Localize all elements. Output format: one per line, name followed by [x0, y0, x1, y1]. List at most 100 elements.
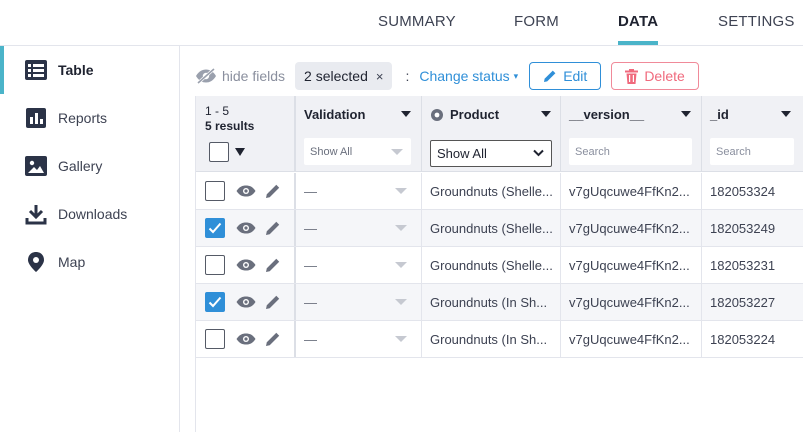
- table-row: — Groundnuts (Shelle... v7gUqcuwe4FfKn2.…: [196, 210, 803, 247]
- validation-cell[interactable]: —: [296, 247, 422, 283]
- column-menu-caret-icon[interactable]: [541, 111, 551, 117]
- map-pin-icon: [24, 250, 48, 274]
- chevron-down-icon: [395, 225, 407, 231]
- column-menu-caret-icon[interactable]: [781, 111, 791, 117]
- clear-selection-icon[interactable]: ×: [376, 69, 384, 84]
- edit-button[interactable]: Edit: [529, 62, 602, 90]
- product-filter-select[interactable]: Show All: [430, 140, 552, 167]
- version-value: v7gUqcuwe4FfKn2...: [569, 294, 690, 310]
- eye-icon[interactable]: [236, 296, 256, 308]
- version-value: v7gUqcuwe4FfKn2...: [569, 331, 690, 347]
- tab-settings[interactable]: SETTINGS: [718, 13, 795, 30]
- active-tab-indicator: [618, 41, 658, 45]
- validation-value: —: [304, 183, 317, 199]
- table-body: — Groundnuts (Shelle... v7gUqcuwe4FfKn2.…: [196, 173, 803, 358]
- filter-value: Show All: [437, 146, 487, 161]
- sidebar-item-label: Reports: [58, 110, 108, 126]
- validation-filter-select[interactable]: Show All: [304, 138, 411, 165]
- eye-off-icon: [195, 68, 217, 84]
- results-range: 1 - 5: [205, 104, 230, 118]
- row-actions-cell: [196, 173, 296, 209]
- product-value: Groundnuts (Shelle...: [430, 257, 553, 273]
- bulk-select-caret-icon[interactable]: [235, 148, 245, 156]
- sidebar-item-label: Downloads: [58, 206, 128, 222]
- id-value: 182053249: [710, 220, 776, 236]
- select-all-checkbox[interactable]: [209, 142, 229, 162]
- chevron-down-icon: ▾: [513, 70, 519, 81]
- checkmark-icon: [208, 222, 222, 234]
- version-value: v7gUqcuwe4FfKn2...: [569, 220, 690, 236]
- column-product: Product Show All: [422, 96, 561, 172]
- sidebar-item-downloads[interactable]: Downloads: [0, 190, 179, 238]
- tab-data[interactable]: DATA: [618, 13, 658, 30]
- version-cell: v7gUqcuwe4FfKn2...: [561, 173, 702, 209]
- validation-cell[interactable]: —: [296, 173, 422, 209]
- eye-icon[interactable]: [236, 222, 256, 234]
- change-status-label: Change status: [419, 68, 510, 84]
- filter-value: Show All: [310, 145, 353, 158]
- hide-fields-button[interactable]: hide fields: [195, 68, 285, 84]
- product-cell: Groundnuts (In Sh...: [422, 321, 561, 357]
- pencil-icon[interactable]: [265, 220, 281, 236]
- sidebar-item-table[interactable]: Table: [0, 46, 179, 94]
- table-row: — Groundnuts (In Sh... v7gUqcuwe4FfKn2..…: [196, 284, 803, 321]
- version-cell: v7gUqcuwe4FfKn2...: [561, 321, 702, 357]
- version-cell: v7gUqcuwe4FfKn2...: [561, 284, 702, 320]
- bar-chart-icon: [24, 106, 48, 130]
- eye-icon[interactable]: [236, 185, 256, 197]
- delete-button[interactable]: Delete: [611, 62, 699, 90]
- validation-cell[interactable]: —: [296, 210, 422, 246]
- image-icon: [24, 154, 48, 178]
- row-checkbox[interactable]: [205, 329, 225, 349]
- sidebar-item-gallery[interactable]: Gallery: [0, 142, 179, 190]
- row-checkbox[interactable]: [205, 181, 225, 201]
- row-checkbox[interactable]: [205, 218, 225, 238]
- filter-placeholder: Search: [716, 145, 751, 158]
- sidebar-item-reports[interactable]: Reports: [0, 94, 179, 142]
- product-value: Groundnuts (In Sh...: [430, 294, 548, 310]
- sidebar-item-map[interactable]: Map: [0, 238, 179, 286]
- filter-placeholder: Search: [575, 145, 610, 158]
- id-value: 182053231: [710, 257, 776, 273]
- column-validation: Validation Show All: [296, 96, 422, 172]
- validation-cell[interactable]: —: [296, 284, 422, 320]
- chevron-down-icon: [395, 336, 407, 342]
- pencil-icon[interactable]: [265, 331, 281, 347]
- product-cell: Groundnuts (Shelle...: [422, 210, 561, 246]
- version-cell: v7gUqcuwe4FfKn2...: [561, 210, 702, 246]
- pencil-icon[interactable]: [265, 257, 281, 273]
- change-status-dropdown[interactable]: Change status ▾: [419, 68, 518, 84]
- eye-icon[interactable]: [236, 259, 256, 271]
- id-search-input[interactable]: Search: [710, 138, 794, 165]
- chevron-down-icon: [395, 188, 407, 194]
- eye-icon[interactable]: [236, 333, 256, 345]
- pencil-icon[interactable]: [265, 294, 281, 310]
- row-checkbox[interactable]: [205, 292, 225, 312]
- product-cell: Groundnuts (In Sh...: [422, 284, 561, 320]
- toolbar-separator: :: [405, 68, 410, 84]
- column-menu-caret-icon[interactable]: [401, 111, 411, 117]
- column-label: Product: [450, 107, 500, 122]
- pencil-icon[interactable]: [265, 183, 281, 199]
- tab-summary[interactable]: SUMMARY: [378, 13, 456, 30]
- download-icon: [24, 202, 48, 226]
- results-count: 5 results: [205, 119, 255, 133]
- checkmark-icon: [208, 296, 222, 308]
- product-value: Groundnuts (Shelle...: [430, 220, 553, 236]
- validation-value: —: [304, 257, 317, 273]
- selected-count-chip: 2 selected ×: [295, 62, 393, 90]
- column-id: _id Search: [702, 96, 803, 172]
- table-icon: [24, 58, 48, 82]
- row-actions-cell: [196, 247, 296, 283]
- row-checkbox[interactable]: [205, 255, 225, 275]
- table-row: — Groundnuts (Shelle... v7gUqcuwe4FfKn2.…: [196, 247, 803, 284]
- table-row: — Groundnuts (In Sh... v7gUqcuwe4FfKn2..…: [196, 321, 803, 358]
- column-menu-caret-icon[interactable]: [681, 111, 691, 117]
- validation-cell[interactable]: —: [296, 321, 422, 357]
- version-search-input[interactable]: Search: [569, 138, 692, 165]
- pencil-icon: [543, 69, 557, 83]
- version-value: v7gUqcuwe4FfKn2...: [569, 183, 690, 199]
- row-actions-cell: [196, 210, 296, 246]
- sidebar-item-label: Table: [58, 62, 94, 78]
- tab-form[interactable]: FORM: [514, 13, 559, 30]
